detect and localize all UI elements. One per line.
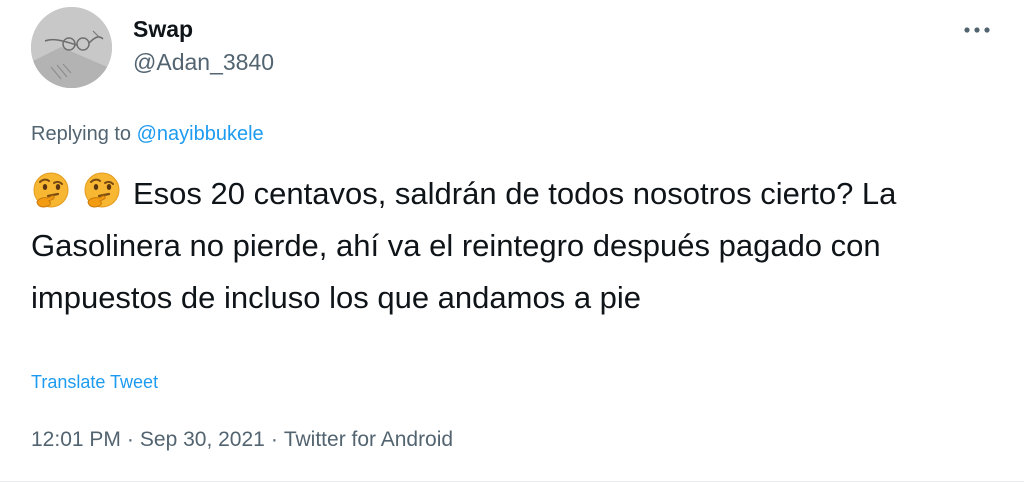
author-handle[interactable]: @Adan_3840 (133, 48, 274, 76)
translate-tweet-link[interactable]: Translate Tweet (31, 370, 158, 394)
tweet-body: Esos 20 centavos, saldrán de todos nosot… (31, 176, 897, 315)
avatar-image (31, 7, 112, 88)
thinking-face-icon (31, 171, 71, 211)
meta-separator: · (270, 428, 278, 451)
tweet-time[interactable]: 12:01 PM (31, 428, 121, 451)
reply-mention-link[interactable]: @nayibbukele (137, 123, 264, 145)
thinking-face-icon (82, 171, 122, 211)
meta-separator: · (126, 428, 134, 451)
author-display-name[interactable]: Swap (133, 15, 193, 43)
tweet-date[interactable]: Sep 30, 2021 (140, 428, 265, 451)
replying-to: Replying to @nayibbukele (31, 120, 264, 148)
tweet-card: Swap @Adan_3840 Replying to @nayibbukele (0, 0, 1024, 482)
more-options-button[interactable] (958, 16, 996, 44)
tweet-metadata: 12:01 PM · Sep 30, 2021 · Twitter for Androi… (31, 426, 453, 454)
ellipsis-icon (964, 27, 990, 33)
avatar[interactable] (31, 7, 112, 88)
tweet-source[interactable]: Twitter for Android (284, 428, 453, 451)
replying-to-label: Replying to (31, 123, 137, 145)
tweet-text: Esos 20 centavos, saldrán de todos nosot… (31, 168, 1001, 324)
